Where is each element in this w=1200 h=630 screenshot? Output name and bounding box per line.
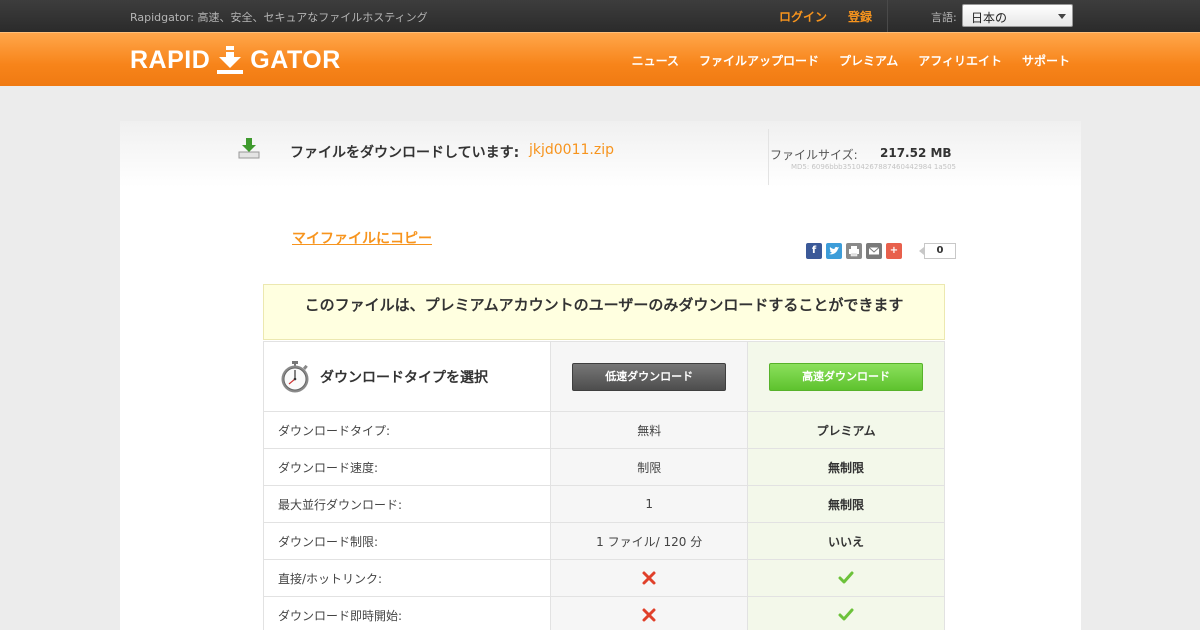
add-more-icon[interactable]: + xyxy=(886,243,902,259)
file-md5: MD5: 6096bbb35104267887460442984 1a505 xyxy=(791,163,957,171)
language-selected-value: 日本の xyxy=(971,11,1008,25)
check-icon xyxy=(838,608,854,621)
nav-affiliate[interactable]: アフィリエイト xyxy=(918,52,1002,69)
table-row: ダウンロード制限: 1 ファイル/ 120 分 いいえ xyxy=(262,522,945,560)
size-divider xyxy=(768,129,769,185)
file-name: jkjd0011.zip xyxy=(529,142,614,158)
table-header-row: ダウンロードタイプを選択 低速ダウンロード 高速ダウンロード xyxy=(262,341,945,412)
table-row: ダウンロード即時開始: xyxy=(262,596,945,630)
twitter-icon[interactable] xyxy=(826,243,842,259)
nav-news[interactable]: ニュース xyxy=(632,52,679,69)
top-bar: Rapidgator: 高速、安全、セキュアなファイルホスティング ログイン 登… xyxy=(0,0,1200,32)
main-nav: ニュース ファイルアップロード プレミアム アフィリエイト サポート xyxy=(632,52,1070,69)
share-buttons: f + xyxy=(806,243,902,259)
main-panel: ファイルをダウンロードしています: jkjd0011.zip ファイルサイズ: … xyxy=(120,121,1081,630)
table-row: ダウンロードタイプ: 無料 プレミアム xyxy=(262,411,945,449)
fast-download-button[interactable]: 高速ダウンロード xyxy=(769,362,924,391)
row-label: ダウンロード速度: xyxy=(262,448,552,486)
downloading-label: ファイルをダウンロードしています: xyxy=(290,145,520,161)
file-size-label: ファイルサイズ: xyxy=(770,148,858,162)
slow-download-button[interactable]: 低速ダウンロード xyxy=(572,362,727,391)
nav-premium[interactable]: プレミアム xyxy=(839,52,898,69)
row-label: 直接/ホットリンク: xyxy=(262,559,552,597)
fast-value: いいえ xyxy=(747,522,945,560)
topbar-divider xyxy=(887,0,888,32)
slow-value: 無料 xyxy=(550,411,749,449)
print-icon[interactable] xyxy=(846,243,862,259)
nav-support[interactable]: サポート xyxy=(1022,52,1070,69)
site-tagline: Rapidgator: 高速、安全、セキュアなファイルホスティング xyxy=(130,11,428,24)
row-label: ダウンロードタイプ: xyxy=(262,411,552,449)
premium-only-notice: このファイルは、プレミアムアカウントのユーザーのみダウンロードすることができます xyxy=(263,284,945,340)
facebook-icon[interactable]: f xyxy=(806,243,822,259)
row-label: ダウンロード即時開始: xyxy=(262,596,552,630)
row-label: ダウンロード制限: xyxy=(262,522,552,560)
language-label: 言語: xyxy=(931,11,957,24)
table-row: 最大並行ダウンロード: 1 無制限 xyxy=(262,485,945,523)
stopwatch-icon xyxy=(281,360,309,392)
file-info-header: ファイルをダウンロードしています: jkjd0011.zip ファイルサイズ: … xyxy=(120,121,1081,187)
slow-value: 1 ファイル/ 120 分 xyxy=(550,522,749,560)
check-icon xyxy=(838,571,854,584)
cross-icon xyxy=(642,608,656,622)
slow-value: 制限 xyxy=(550,448,749,486)
login-link[interactable]: ログイン xyxy=(779,8,827,25)
nav-file-upload[interactable]: ファイルアップロード xyxy=(699,52,819,69)
table-row: ダウンロード速度: 制限 無制限 xyxy=(262,448,945,486)
logo-text-right: GATOR xyxy=(250,45,341,74)
download-arrow-icon xyxy=(217,46,244,74)
fast-value: 無制限 xyxy=(747,485,945,523)
slow-value: 1 xyxy=(550,485,749,523)
logo-text-left: RAPID xyxy=(130,45,211,74)
table-row: 直接/ホットリンク: xyxy=(262,559,945,597)
fast-value: プレミアム xyxy=(747,411,945,449)
share-count: 0 xyxy=(919,243,956,259)
cross-icon xyxy=(642,571,656,585)
site-logo[interactable]: RAPID GATOR xyxy=(130,45,341,75)
copy-to-my-files-link[interactable]: マイファイルにコピー xyxy=(292,228,432,248)
language-select[interactable]: 日本の xyxy=(962,4,1073,27)
site-header: RAPID GATOR ニュース ファイルアップロード プレミアム アフィリエイ… xyxy=(0,32,1200,86)
chevron-down-icon xyxy=(1058,14,1066,19)
file-size-value: 217.52 MB xyxy=(880,146,952,160)
table-title: ダウンロードタイプを選択 xyxy=(278,360,550,394)
email-icon[interactable] xyxy=(866,243,882,259)
table-title-text: ダウンロードタイプを選択 xyxy=(320,369,488,386)
file-download-icon xyxy=(238,138,260,159)
row-label: 最大並行ダウンロード: xyxy=(262,485,552,523)
download-type-table: ダウンロードタイプを選択 低速ダウンロード 高速ダウンロード ダウンロードタイプ… xyxy=(262,341,945,630)
register-link[interactable]: 登録 xyxy=(848,8,872,25)
fast-value: 無制限 xyxy=(747,448,945,486)
